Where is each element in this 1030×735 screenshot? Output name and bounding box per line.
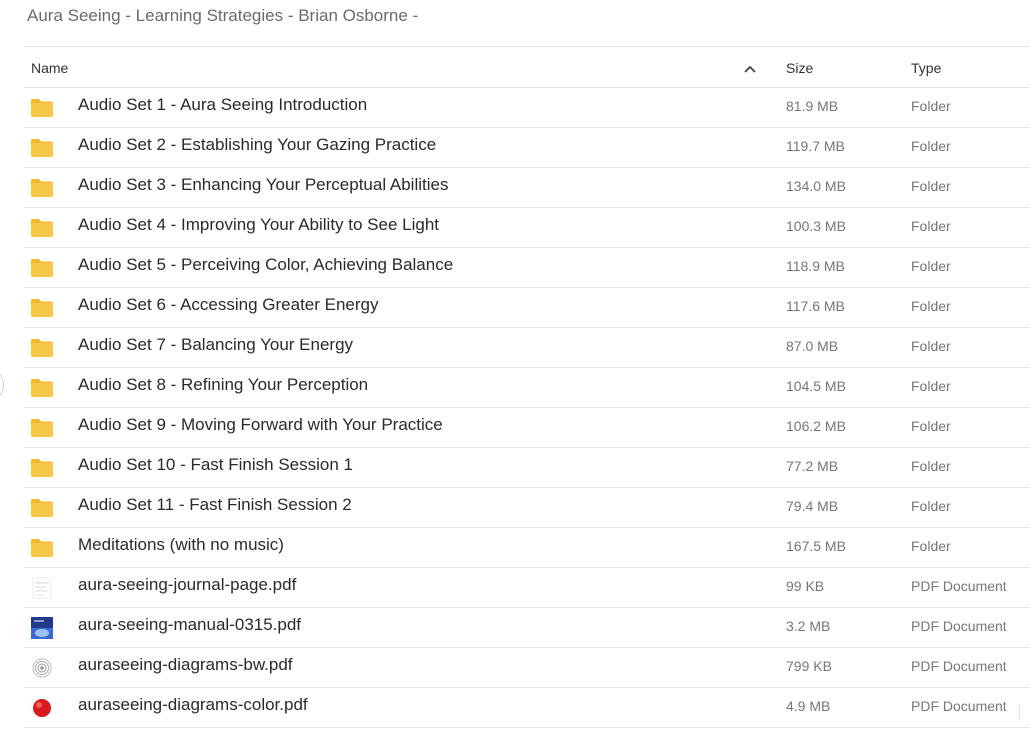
folder-icon — [30, 257, 54, 279]
file-name[interactable]: Audio Set 3 - Enhancing Your Perceptual … — [78, 168, 448, 202]
file-type: Folder — [911, 378, 951, 394]
side-panel-handle[interactable] — [0, 372, 4, 398]
folder-icon — [30, 217, 54, 239]
file-size: 81.9 MB — [786, 98, 839, 114]
table-row[interactable]: aura-seeing-journal-page.pdf 99 KB PDF Doc… — [24, 568, 1030, 608]
file-type: Folder — [911, 498, 951, 514]
table-row[interactable]: Audio Set 7 - Balancing Your Energy 87.0 … — [24, 328, 1030, 368]
table-row[interactable]: Audio Set 10 - Fast Finish Session 1 77.2… — [24, 448, 1030, 488]
folder-icon — [30, 97, 54, 119]
table-row[interactable]: Audio Set 4 - Improving Your Ability to … — [24, 208, 1030, 248]
table-row[interactable]: auraseeing-diagrams-color.pdf 4.9 MB PDF D… — [24, 688, 1030, 728]
table-row[interactable]: Audio Set 3 - Enhancing Your Perceptual … — [24, 168, 1030, 208]
file-name[interactable]: auraseeing-diagrams-bw.pdf — [78, 648, 293, 682]
file-name[interactable]: Audio Set 2 - Establishing Your Gazing P… — [78, 128, 436, 162]
table-row[interactable]: Audio Set 6 - Accessing Greater Energy 11… — [24, 288, 1030, 328]
table-row[interactable]: Audio Set 5 - Perceiving Color, Achievin… — [24, 248, 1030, 288]
folder-icon — [30, 177, 54, 199]
table-row[interactable]: Audio Set 9 - Moving Forward with Your P… — [24, 408, 1030, 448]
file-size: 118.9 MB — [786, 258, 845, 274]
column-header-name[interactable]: Name — [31, 47, 68, 89]
file-type: Folder — [911, 458, 951, 474]
file-size: 117.6 MB — [786, 298, 845, 314]
file-type: Folder — [911, 338, 951, 354]
file-size: 104.5 MB — [786, 378, 846, 394]
file-name[interactable]: aura-seeing-journal-page.pdf — [78, 568, 296, 602]
table-row[interactable]: Audio Set 8 - Refining Your Perception 10… — [24, 368, 1030, 408]
folder-icon — [30, 497, 54, 519]
pdf-diagram-bw-thumbnail-icon — [30, 657, 54, 679]
scrollbar[interactable] — [1019, 705, 1027, 719]
file-size: 79.4 MB — [786, 498, 839, 514]
file-size: 99 KB — [786, 578, 825, 594]
file-name[interactable]: Meditations (with no music) — [78, 528, 284, 562]
file-type: Folder — [911, 138, 951, 154]
file-size: 87.0 MB — [786, 338, 839, 354]
file-name[interactable]: Audio Set 8 - Refining Your Perception — [78, 368, 368, 402]
file-name[interactable]: Audio Set 6 - Accessing Greater Energy — [78, 288, 379, 322]
file-type: Folder — [911, 178, 951, 194]
sort-ascending-icon[interactable] — [742, 47, 758, 89]
file-size: 100.3 MB — [786, 218, 846, 234]
file-type: PDF Document — [911, 618, 1007, 634]
file-name[interactable]: Audio Set 1 - Aura Seeing Introduction — [78, 88, 367, 122]
file-size: 4.9 MB — [786, 698, 831, 714]
folder-icon — [30, 337, 54, 359]
folder-icon — [30, 537, 54, 559]
pdf-manual-thumbnail-icon — [30, 617, 54, 639]
file-size: 3.2 MB — [786, 618, 831, 634]
pdf-journal-thumbnail-icon — [30, 577, 54, 599]
table-row[interactable]: Audio Set 1 - Aura Seeing Introduction 81… — [24, 88, 1030, 128]
file-type: Folder — [911, 538, 951, 554]
file-type: Folder — [911, 218, 951, 234]
column-header-size[interactable]: Size — [786, 47, 813, 89]
file-list-body: Audio Set 1 - Aura Seeing Introduction 81… — [24, 88, 1030, 728]
folder-icon — [30, 377, 54, 399]
file-size: 119.7 MB — [786, 138, 845, 154]
file-name[interactable]: Audio Set 10 - Fast Finish Session 1 — [78, 448, 353, 482]
file-name[interactable]: auraseeing-diagrams-color.pdf — [78, 688, 308, 722]
table-row[interactable]: Audio Set 2 - Establishing Your Gazing P… — [24, 128, 1030, 168]
pdf-diagram-color-thumbnail-icon — [30, 697, 54, 719]
file-type: Folder — [911, 98, 951, 114]
file-type: PDF Document — [911, 698, 1007, 714]
file-size: 167.5 MB — [786, 538, 846, 554]
file-name[interactable]: Audio Set 4 - Improving Your Ability to … — [78, 208, 439, 242]
file-type: PDF Document — [911, 658, 1007, 674]
table-row[interactable]: Meditations (with no music) 167.5 MB Folde… — [24, 528, 1030, 568]
breadcrumb[interactable]: Aura Seeing - Learning Strategies - Bria… — [27, 4, 418, 28]
folder-icon — [30, 137, 54, 159]
file-type: Folder — [911, 298, 951, 314]
folder-icon — [30, 297, 54, 319]
file-size: 134.0 MB — [786, 178, 846, 194]
file-size: 799 KB — [786, 658, 832, 674]
file-name[interactable]: aura-seeing-manual-0315.pdf — [78, 608, 301, 642]
file-list-table: Name Size Type Audio Set 1 - Aura Seeing… — [24, 46, 1030, 728]
file-size: 77.2 MB — [786, 458, 839, 474]
folder-icon — [30, 417, 54, 439]
file-name[interactable]: Audio Set 7 - Balancing Your Energy — [78, 328, 353, 362]
file-size: 106.2 MB — [786, 418, 846, 434]
folder-icon — [30, 457, 54, 479]
column-header-type[interactable]: Type — [911, 47, 941, 89]
table-row[interactable]: Audio Set 11 - Fast Finish Session 2 79.4… — [24, 488, 1030, 528]
file-type: Folder — [911, 418, 951, 434]
file-name[interactable]: Audio Set 9 - Moving Forward with Your P… — [78, 408, 443, 442]
table-row[interactable]: auraseeing-diagrams-bw.pdf 799 KB PDF Docu… — [24, 648, 1030, 688]
file-type: Folder — [911, 258, 951, 274]
file-name[interactable]: Audio Set 11 - Fast Finish Session 2 — [78, 488, 352, 522]
file-name[interactable]: Audio Set 5 - Perceiving Color, Achievin… — [78, 248, 453, 282]
table-row[interactable]: aura-seeing-manual-0315.pdf 3.2 MB PDF Doc… — [24, 608, 1030, 648]
file-type: PDF Document — [911, 578, 1007, 594]
file-list-header: Name Size Type — [24, 46, 1030, 88]
